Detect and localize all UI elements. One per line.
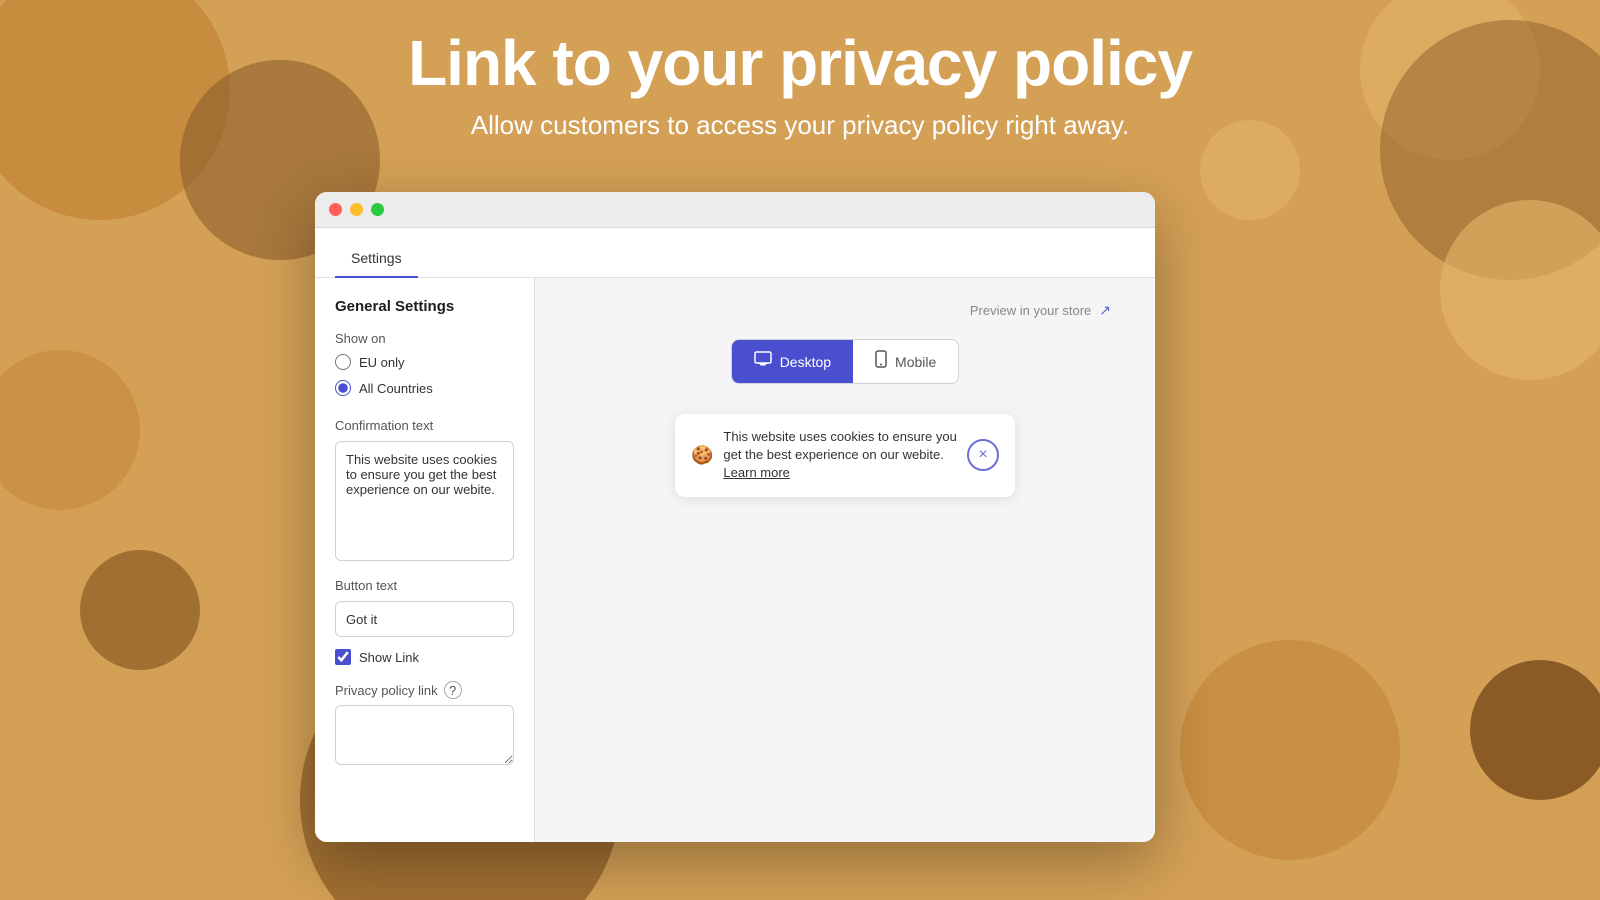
- button-text-label: Button text: [315, 566, 534, 601]
- device-toggle: Desktop Mobile: [731, 339, 960, 384]
- traffic-light-green[interactable]: [371, 203, 384, 216]
- radio-all-countries-input[interactable]: [335, 380, 351, 396]
- radio-all-countries[interactable]: All Countries: [335, 380, 514, 396]
- mobile-button[interactable]: Mobile: [853, 340, 958, 383]
- desktop-label: Desktop: [780, 354, 831, 370]
- close-icon: ×: [978, 446, 987, 464]
- radio-all-countries-label: All Countries: [359, 381, 433, 396]
- radio-eu-only-label: EU only: [359, 355, 405, 370]
- radio-eu-only-input[interactable]: [335, 354, 351, 370]
- confirmation-text-textarea[interactable]: This website uses cookies to ensure you …: [335, 441, 514, 561]
- help-icon[interactable]: ?: [444, 681, 462, 699]
- mobile-label: Mobile: [895, 354, 936, 370]
- tab-bar: Settings: [315, 228, 1155, 278]
- circle-10: [1470, 660, 1600, 800]
- learn-more-link[interactable]: Learn more: [723, 465, 789, 480]
- hero-title: Link to your privacy policy: [0, 28, 1600, 98]
- cookie-close-button[interactable]: ×: [967, 439, 999, 471]
- button-text-input[interactable]: [335, 601, 514, 637]
- show-on-label: Show on: [315, 331, 534, 354]
- main-content: General Settings Show on EU only All Cou…: [315, 278, 1155, 842]
- general-settings-title: General Settings: [315, 298, 534, 331]
- traffic-light-red[interactable]: [329, 203, 342, 216]
- show-link-checkbox[interactable]: [335, 649, 351, 665]
- external-link-icon[interactable]: ↗: [1099, 302, 1111, 319]
- mobile-icon: [875, 350, 887, 373]
- cookie-banner-text: This website uses cookies to ensure you …: [723, 428, 957, 483]
- preview-area: Preview in your store ↗ Desktop: [535, 278, 1155, 842]
- cookie-banner-preview: 🍪 This website uses cookies to ensure yo…: [675, 414, 1015, 497]
- show-link-label: Show Link: [359, 650, 419, 665]
- sidebar: General Settings Show on EU only All Cou…: [315, 278, 535, 842]
- circle-8: [1180, 640, 1400, 860]
- preview-label: Preview in your store: [970, 303, 1091, 318]
- privacy-policy-link-label: Privacy policy link: [335, 683, 438, 698]
- circle-5: [0, 350, 140, 510]
- preview-top-bar: Preview in your store ↗: [970, 302, 1111, 319]
- traffic-light-yellow[interactable]: [350, 203, 363, 216]
- privacy-policy-link-row: Privacy policy link ?: [315, 673, 534, 705]
- circle-9: [1440, 200, 1600, 380]
- show-on-radio-group: EU only All Countries: [315, 354, 534, 396]
- cookie-icon: 🍪: [691, 445, 713, 466]
- app-window: Settings General Settings Show on EU onl…: [315, 192, 1155, 842]
- window-body: Settings General Settings Show on EU onl…: [315, 228, 1155, 842]
- hero-subtitle: Allow customers to access your privacy p…: [0, 110, 1600, 141]
- hero-section: Link to your privacy policy Allow custom…: [0, 0, 1600, 141]
- radio-eu-only[interactable]: EU only: [335, 354, 514, 370]
- confirmation-text-label: Confirmation text: [315, 406, 534, 441]
- title-bar: [315, 192, 1155, 228]
- tab-settings[interactable]: Settings: [335, 238, 418, 278]
- show-link-row[interactable]: Show Link: [315, 637, 534, 673]
- desktop-icon: [754, 351, 772, 372]
- desktop-button[interactable]: Desktop: [732, 340, 853, 383]
- privacy-policy-link-input[interactable]: [335, 705, 514, 765]
- circle-6: [80, 550, 200, 670]
